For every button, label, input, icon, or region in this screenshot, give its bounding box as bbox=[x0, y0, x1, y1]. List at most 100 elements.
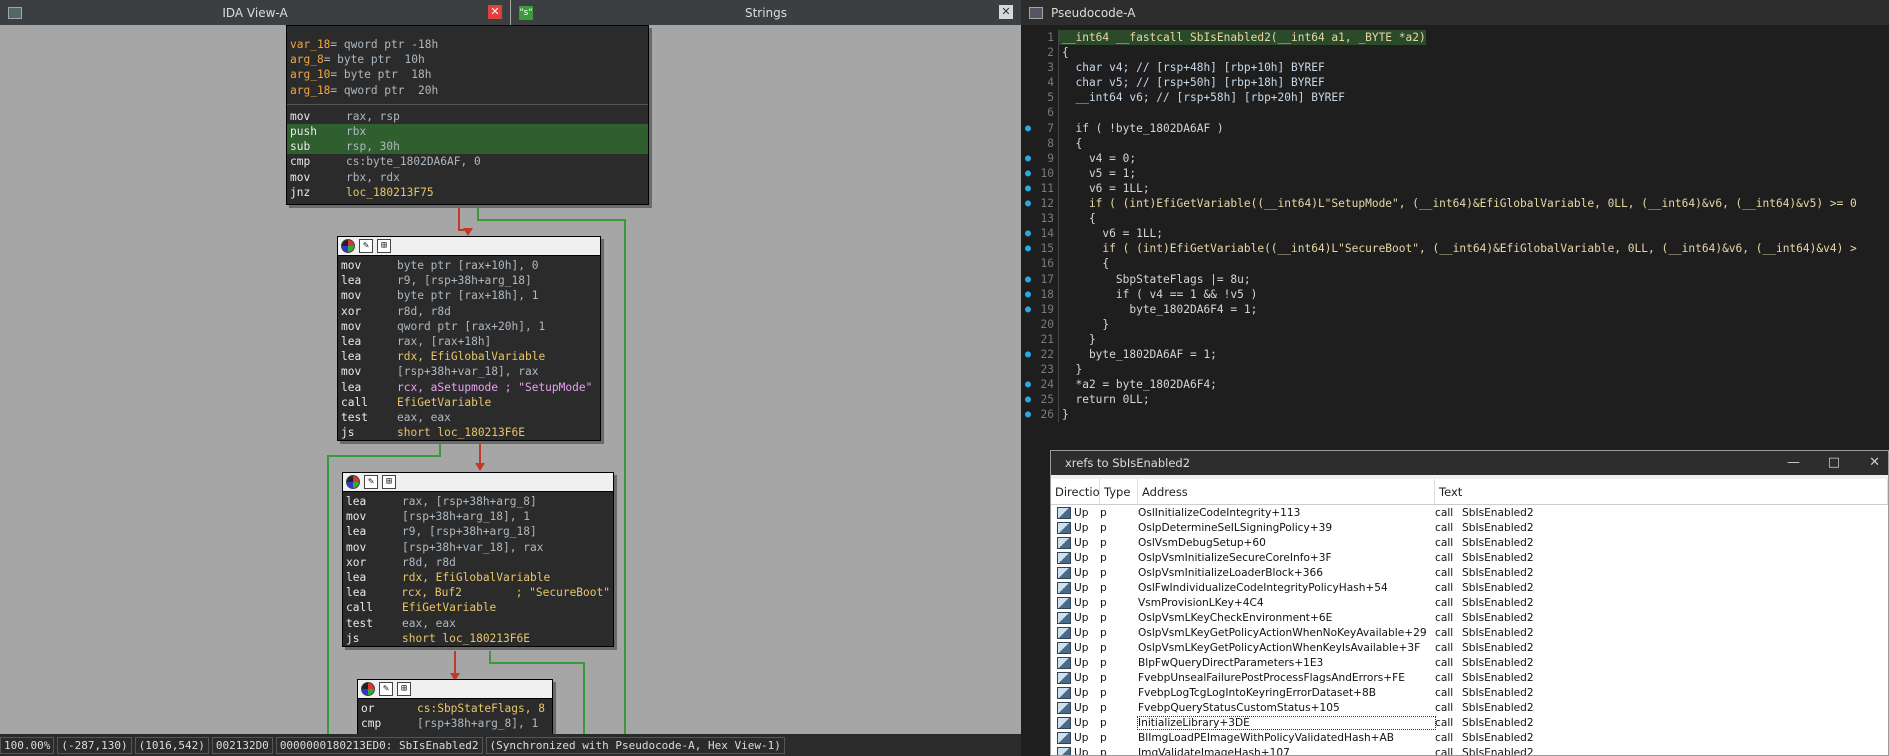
code-block-secureboot[interactable]: ✎ ⊞ lea rax, [rsp+38h+arg_8] mov [rsp+38h+ar… bbox=[342, 472, 614, 647]
instruction-row[interactable]: lea rdx, EfiGlobalVariable bbox=[346, 570, 610, 585]
breakpoint-dot-icon[interactable]: ● bbox=[1021, 241, 1035, 256]
instruction-row[interactable]: mov [rsp+38h+var_18], rax bbox=[341, 364, 597, 379]
column-header-address[interactable]: Address bbox=[1138, 479, 1435, 504]
close-button[interactable]: ✕ bbox=[1869, 455, 1880, 470]
instruction-row[interactable]: mov rbx, rdx bbox=[290, 170, 645, 185]
instruction-row[interactable]: lea rax, [rsp+38h+arg_8] bbox=[346, 494, 610, 509]
breakpoint-dot-icon[interactable]: ● bbox=[1021, 302, 1035, 317]
pseudocode-line[interactable]: 1 __int64 __fastcall SbIsEnabled2(__int64… bbox=[1021, 30, 1889, 46]
xref-row[interactable]: Up p BlImgLoadPEImageWithPolicyValidatedHa… bbox=[1051, 730, 1888, 745]
xref-row[interactable]: Up p OslpVsmLKeyCheckEnvironment+6E call SbI… bbox=[1051, 610, 1888, 625]
xref-row[interactable]: Up p InitializeLibrary+3DE call SbIsEnabled2 bbox=[1051, 715, 1888, 730]
stack-var-name[interactable]: arg_18 bbox=[290, 83, 330, 98]
xref-address[interactable]: BlImgLoadPEImageWithPolicyValidatedHash+… bbox=[1138, 732, 1435, 744]
pseudocode-line[interactable]: ● 25 return 0LL; bbox=[1021, 392, 1889, 408]
xref-address[interactable]: OslpVsmLKeyCheckEnvironment+6E bbox=[1138, 612, 1435, 624]
xref-row[interactable]: Up p FvebpLogTcgLogIntoKeyringErrorDataset… bbox=[1051, 685, 1888, 700]
xref-address[interactable]: OslFwIndividualizeCodeIntegrityPolicyHas… bbox=[1138, 582, 1435, 594]
breakpoint-dot-icon[interactable]: ● bbox=[1021, 181, 1035, 196]
instruction-row[interactable]: test eax, eax bbox=[341, 410, 597, 425]
pseudocode-titlebar[interactable]: Pseudocode-A bbox=[1021, 0, 1889, 25]
color-icon[interactable] bbox=[361, 682, 375, 696]
graph-icon[interactable]: ⊞ bbox=[397, 682, 411, 696]
xref-row[interactable]: Up p VsmProvisionLKey+4C4 call SbIsEnabled2 bbox=[1051, 595, 1888, 610]
xref-address[interactable]: OslpVsmLKeyGetPolicyActionWhenNoKeyAvail… bbox=[1138, 627, 1435, 639]
pseudocode-line[interactable]: 6 bbox=[1021, 105, 1889, 121]
xref-row[interactable]: Up p OslpVsmInitializeSecureCoreInfo+3F cal… bbox=[1051, 550, 1888, 565]
instruction-row[interactable]: lea rcx, aSetupmode ; "SetupMode" bbox=[341, 380, 597, 395]
breakpoint-dot-icon[interactable]: ● bbox=[1021, 121, 1035, 136]
breakpoint-dot-icon[interactable]: ● bbox=[1021, 196, 1035, 211]
instruction-row[interactable]: xor r8d, r8d bbox=[346, 555, 610, 570]
edit-icon[interactable]: ✎ bbox=[364, 475, 378, 489]
xrefs-table-body[interactable]: Up p OslInitializeCodeIntegrity+113 call SbI… bbox=[1051, 505, 1888, 755]
instruction-row[interactable]: call EfiGetVariable bbox=[341, 395, 597, 410]
breakpoint-dot-icon[interactable] bbox=[1021, 30, 1035, 45]
stack-var-name[interactable]: arg_8 bbox=[290, 52, 324, 67]
breakpoint-dot-icon[interactable]: ● bbox=[1021, 377, 1035, 392]
xref-row[interactable]: Up p OslpDetermineSeILSigningPolicy+39 call… bbox=[1051, 520, 1888, 535]
xref-address[interactable]: OslpVsmLKeyGetPolicyActionWhenKeyIsAvail… bbox=[1138, 642, 1435, 654]
code-block-setupmode[interactable]: ✎ ⊞ mov byte ptr [rax+10h], 0 lea r9, [rsp+3… bbox=[337, 236, 601, 441]
column-header-text[interactable]: Text bbox=[1435, 479, 1888, 504]
pseudocode-line[interactable]: ● 22 byte_1802DA6AF = 1; bbox=[1021, 346, 1889, 363]
pseudocode-line[interactable]: 16 { bbox=[1021, 256, 1889, 272]
xref-address[interactable]: OslpVsmInitializeSecureCoreInfo+3F bbox=[1138, 552, 1435, 564]
instruction-row[interactable]: mov byte ptr [rax+18h], 1 bbox=[341, 288, 597, 303]
xref-row[interactable]: Up p FvebpQueryStatusCustomStatus+105 call S… bbox=[1051, 700, 1888, 715]
xref-address[interactable]: OslVsmDebugSetup+60 bbox=[1138, 537, 1435, 549]
xref-row[interactable]: Up p OslInitializeCodeIntegrity+113 call SbI… bbox=[1051, 505, 1888, 520]
xref-row[interactable]: Up p OslpVsmLKeyGetPolicyActionWhenKeyIsAv… bbox=[1051, 640, 1888, 655]
instruction-row[interactable]: cmp cs:byte_1802DA6AF, 0 bbox=[290, 154, 645, 169]
code-block-stateflags[interactable]: ✎ ⊞ or cs:SbpStateFlags, 8 cmp [rsp+38h+arg_… bbox=[357, 679, 553, 739]
color-icon[interactable] bbox=[341, 239, 355, 253]
instruction-row[interactable]: mov qword ptr [rax+20h], 1 bbox=[341, 319, 597, 334]
instruction-row[interactable]: lea r9, [rsp+38h+arg_18] bbox=[346, 524, 610, 539]
instruction-row[interactable]: xor r8d, r8d bbox=[341, 304, 597, 319]
xref-address[interactable]: FvebpUnsealFailurePostProcessFlagsAndErr… bbox=[1138, 672, 1435, 684]
instruction-row[interactable]: lea rcx, Buf2 ; "SecureBoot" bbox=[346, 585, 610, 600]
instruction-row[interactable]: lea rdx, EfiGlobalVariable bbox=[341, 349, 597, 364]
pseudocode-line[interactable]: 5 __int64 v6; // [rsp+58h] [rbp+20h] BYR… bbox=[1021, 90, 1889, 106]
graph-icon[interactable]: ⊞ bbox=[377, 239, 391, 253]
instruction-row[interactable]: sub rsp, 30h bbox=[287, 139, 648, 155]
pseudocode-line[interactable]: ● 24 *a2 = byte_1802DA6F4; bbox=[1021, 377, 1889, 393]
instruction-row[interactable]: call EfiGetVariable bbox=[346, 600, 610, 615]
xref-row[interactable]: Up p OslVsmDebugSetup+60 call SbIsEnabled2 bbox=[1051, 535, 1888, 550]
xref-address[interactable]: FvebpLogTcgLogIntoKeyringErrorDataset+8B bbox=[1138, 687, 1435, 699]
xref-address[interactable]: OslpDetermineSeILSigningPolicy+39 bbox=[1138, 522, 1435, 534]
instruction-row[interactable]: js short loc_180213F6E bbox=[341, 425, 597, 440]
pseudocode-listing[interactable]: 1 __int64 __fastcall SbIsEnabled2(__int64… bbox=[1021, 30, 1889, 423]
instruction-row[interactable]: mov rax, rsp bbox=[290, 109, 645, 124]
pseudocode-line[interactable]: ● 11 v6 = 1LL; bbox=[1021, 180, 1889, 197]
breakpoint-dot-icon[interactable] bbox=[1021, 362, 1035, 377]
instruction-row[interactable]: or cs:SbpStateFlags, 8 bbox=[361, 701, 549, 716]
xref-address[interactable]: OslInitializeCodeIntegrity+113 bbox=[1138, 507, 1435, 519]
pseudocode-line[interactable]: 20 } bbox=[1021, 316, 1889, 332]
pseudocode-line[interactable]: 23 } bbox=[1021, 362, 1889, 378]
pseudocode-line[interactable]: ● 9 v4 = 0; bbox=[1021, 150, 1889, 166]
pseudocode-line[interactable]: ● 15 if ( (int)EfiGetVariable((__int64)L"… bbox=[1021, 241, 1889, 257]
pseudocode-line[interactable]: ● 12 if ( (int)EfiGetVariable((__int64)L"… bbox=[1021, 196, 1889, 212]
pseudocode-line[interactable]: ● 19 byte_1802DA6F4 = 1; bbox=[1021, 301, 1889, 317]
xref-row[interactable]: Up p ImgValidateImageHash+107 call SbIsEnabl… bbox=[1051, 745, 1888, 755]
pseudocode-line[interactable]: 2{ bbox=[1021, 45, 1889, 61]
breakpoint-dot-icon[interactable] bbox=[1021, 317, 1035, 332]
breakpoint-dot-icon[interactable]: ● bbox=[1021, 151, 1035, 166]
edit-icon[interactable]: ✎ bbox=[359, 239, 373, 253]
breakpoint-dot-icon[interactable] bbox=[1021, 60, 1035, 75]
pseudocode-line[interactable]: ● 18 if ( v4 == 1 && !v5 ) bbox=[1021, 286, 1889, 302]
breakpoint-dot-icon[interactable]: ● bbox=[1021, 272, 1035, 287]
instruction-row[interactable]: mov [rsp+38h+var_18], rax bbox=[346, 540, 610, 555]
breakpoint-dot-icon[interactable]: ● bbox=[1021, 392, 1035, 407]
pseudocode-line[interactable]: 4 char v5; // [rsp+50h] [rbp+18h] BYREF bbox=[1021, 75, 1889, 91]
breakpoint-dot-icon[interactable] bbox=[1021, 136, 1035, 151]
column-header-direction[interactable]: Directio bbox=[1051, 479, 1100, 504]
breakpoint-dot-icon[interactable] bbox=[1021, 90, 1035, 105]
breakpoint-dot-icon[interactable]: ● bbox=[1021, 287, 1035, 302]
breakpoint-dot-icon[interactable]: ● bbox=[1021, 226, 1035, 241]
xref-row[interactable]: Up p FvebpUnsealFailurePostProcessFlagsAnd… bbox=[1051, 670, 1888, 685]
pseudocode-line[interactable]: 8 { bbox=[1021, 135, 1889, 151]
xrefs-dialog[interactable]: xrefs to SbIsEnabled2 — □ ✕ Directio Typ… bbox=[1050, 450, 1889, 756]
instruction-row[interactable]: lea rax, [rax+18h] bbox=[341, 334, 597, 349]
